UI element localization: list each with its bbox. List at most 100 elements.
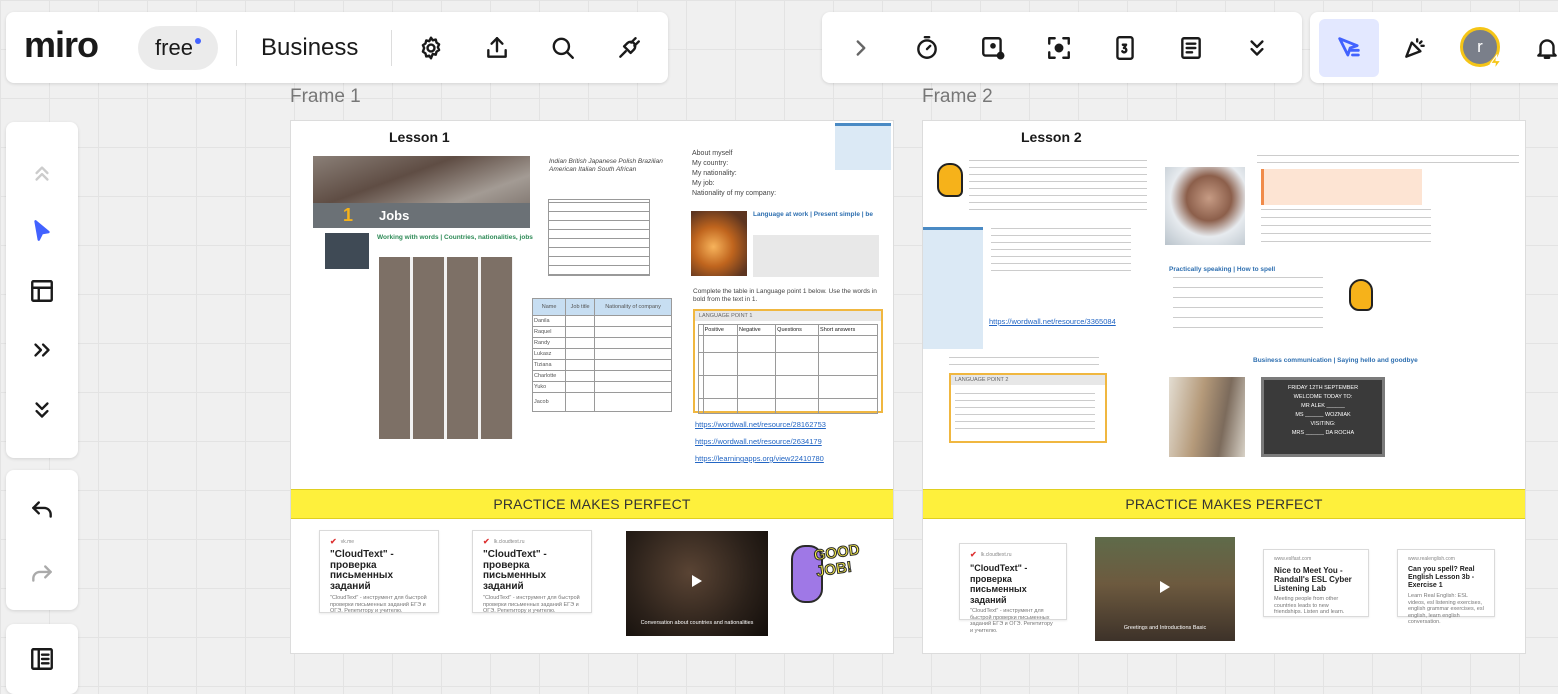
link-preview-card[interactable]: www.realenglish.com Can you spell? Real … — [1397, 549, 1495, 625]
card-source-text: lk.cloudtext.ru — [980, 551, 1012, 558]
select-cursor-icon[interactable] — [25, 214, 59, 248]
timer-icon[interactable] — [910, 31, 944, 65]
lp-header: Positive — [702, 324, 739, 336]
video-embed[interactable]: Conversation about countries and nationa… — [626, 531, 768, 636]
card-description: Learn Real English: ESL videos, esl list… — [1408, 593, 1484, 625]
lp2-lines — [955, 387, 1095, 435]
history-panel — [6, 470, 78, 610]
board-name[interactable]: Business — [261, 34, 358, 62]
video-embed[interactable]: Greetings and Introductions Basic — [1095, 537, 1235, 641]
practice-band: PRACTICE MAKES PERFECT — [923, 489, 1525, 519]
table-header: Nationality of company — [594, 298, 672, 316]
lp-header: Negative — [736, 324, 777, 336]
notes-icon[interactable] — [1174, 31, 1208, 65]
language-point-2-box: LANGUAGE POINT 2 — [949, 373, 1107, 443]
share-icon[interactable] — [480, 31, 514, 65]
language-point-table: Positive Negative Questions Short answer… — [698, 324, 878, 414]
link-preview-card[interactable]: ✔ vk.me "CloudText" - проверка письменных… — [319, 530, 439, 614]
divider — [391, 30, 392, 66]
exercise-instruction: Complete the table in Language point 1 b… — [693, 288, 877, 303]
exercise-text — [991, 227, 1131, 277]
board-panel — [6, 624, 78, 694]
chevron-down-double-icon[interactable] — [1240, 31, 1274, 65]
frame-2[interactable]: Lesson 2 https://wordwall.net/resource/3… — [922, 120, 1526, 654]
furnace-photo — [691, 211, 747, 276]
miro-logo[interactable]: miro — [24, 24, 99, 66]
reactions-icon[interactable] — [1398, 31, 1432, 65]
profile-card — [1261, 169, 1422, 205]
welcome-board: FRIDAY 12TH SEPTEMBER WELCOME TODAY TO: … — [1261, 377, 1385, 457]
board-line: VISITING: — [1310, 421, 1336, 427]
link-preview-card[interactable]: ✔ lk.cloudtext.ru "CloudText" - проверка … — [472, 530, 592, 614]
card-source-text: www.eslfast.com — [1274, 556, 1312, 562]
redo-icon[interactable] — [25, 556, 59, 590]
templates-icon[interactable] — [25, 274, 59, 308]
wordwall-link[interactable]: https://wordwall.net/resource/28162753 — [695, 420, 826, 429]
table-cell: Jacob — [531, 392, 567, 412]
play-icon[interactable] — [1160, 580, 1170, 593]
card-source: www.realenglish.com — [1408, 556, 1484, 562]
chevron-right-icon[interactable] — [844, 31, 878, 65]
card-description: "CloudText" - инструмент для быстрой про… — [483, 595, 580, 614]
about-myself: About myself My country: My nationality:… — [692, 149, 776, 199]
settings-icon[interactable] — [414, 31, 448, 65]
undo-icon[interactable] — [25, 492, 59, 526]
plan-dot — [194, 38, 201, 44]
sticker-text: GOOD JOB! — [812, 541, 861, 581]
about-line: My country: — [692, 160, 729, 167]
collaboration-panel: r — [1310, 12, 1558, 83]
unit-number: 1 — [343, 205, 354, 225]
notification-bell-icon[interactable] — [1530, 31, 1558, 65]
cursor-tool[interactable] — [1319, 19, 1379, 77]
wordwall-link[interactable]: https://wordwall.net/resource/3365084 — [989, 317, 1116, 326]
frame-1[interactable]: Lesson 1 1 Jobs Working with words | Cou… — [290, 120, 894, 654]
board-line: FRIDAY 12TH SEPTEMBER — [1287, 385, 1359, 391]
board-header-panel: miro free Business — [6, 12, 668, 83]
lp-header: Short answers — [818, 324, 878, 336]
wordwall-link[interactable]: https://wordwall.net/resource/2634179 — [695, 437, 822, 446]
video-caption: Greetings and Introductions Basic — [1123, 625, 1207, 631]
plugin-icon[interactable] — [612, 31, 646, 65]
profile-text — [1257, 151, 1519, 169]
marcegaglia-box — [753, 235, 879, 277]
frame-2-label[interactable]: Frame 2 — [922, 86, 993, 108]
link-preview-card[interactable]: ✔ lk.cloudtext.ru "CloudText" - проверка … — [959, 543, 1067, 634]
board-line: WELCOME TODAY TO: — [1293, 394, 1353, 400]
table-cell: Lukasz — [531, 348, 567, 360]
avatar-letter: r — [1477, 37, 1483, 56]
ear-icon — [937, 163, 963, 197]
language-at-work: Language at work | Present simple | be — [753, 211, 873, 218]
collapse-icon[interactable] — [25, 393, 59, 427]
card-source-text: www.realenglish.com — [1408, 556, 1455, 562]
word-table — [548, 199, 650, 276]
chevron-up-double-icon[interactable] — [25, 156, 59, 190]
card-count-icon[interactable] — [1108, 31, 1142, 65]
card-source: www.eslfast.com — [1274, 556, 1358, 562]
link-preview-card[interactable]: www.eslfast.com Nice to Meet You - Randa… — [1263, 549, 1369, 617]
more-tools-icon[interactable] — [25, 333, 59, 367]
card-title: Nice to Meet You - Randall's ESL Cyber L… — [1274, 566, 1352, 593]
card-source-text: lk.cloudtext.ru — [493, 538, 525, 545]
profile-questions — [1261, 209, 1431, 249]
play-icon[interactable] — [692, 575, 702, 588]
nationality-words: Indian British Japanese Polish Brazilian… — [549, 158, 663, 173]
plan-badge[interactable]: free — [138, 26, 218, 70]
card-source-text: vk.me — [340, 538, 355, 545]
reception-photo — [1169, 377, 1245, 457]
table-cell: Randy — [531, 337, 567, 349]
unit-title: Jobs — [379, 208, 410, 223]
learningapps-link[interactable]: https://learningapps.org/view22410780 — [695, 454, 824, 463]
language-point-title: LANGUAGE POINT 2 — [951, 375, 1105, 385]
lightning-badge-icon — [1488, 53, 1504, 71]
frame-1-label[interactable]: Frame 1 — [290, 86, 361, 108]
photo-grid — [379, 257, 513, 439]
table-header: Job title — [565, 298, 596, 316]
working-with-words: Working with words | Countries, national… — [377, 234, 533, 241]
card-title: "CloudText" - проверка письменных задани… — [970, 563, 1028, 605]
board-list-icon[interactable] — [25, 642, 59, 676]
card-description: "CloudText" - инструмент для быстрой про… — [330, 595, 427, 614]
frame-icon[interactable] — [976, 31, 1010, 65]
card-source: ✔ lk.cloudtext.ru — [483, 537, 581, 546]
search-icon[interactable] — [546, 31, 580, 65]
focus-icon[interactable] — [1042, 31, 1076, 65]
